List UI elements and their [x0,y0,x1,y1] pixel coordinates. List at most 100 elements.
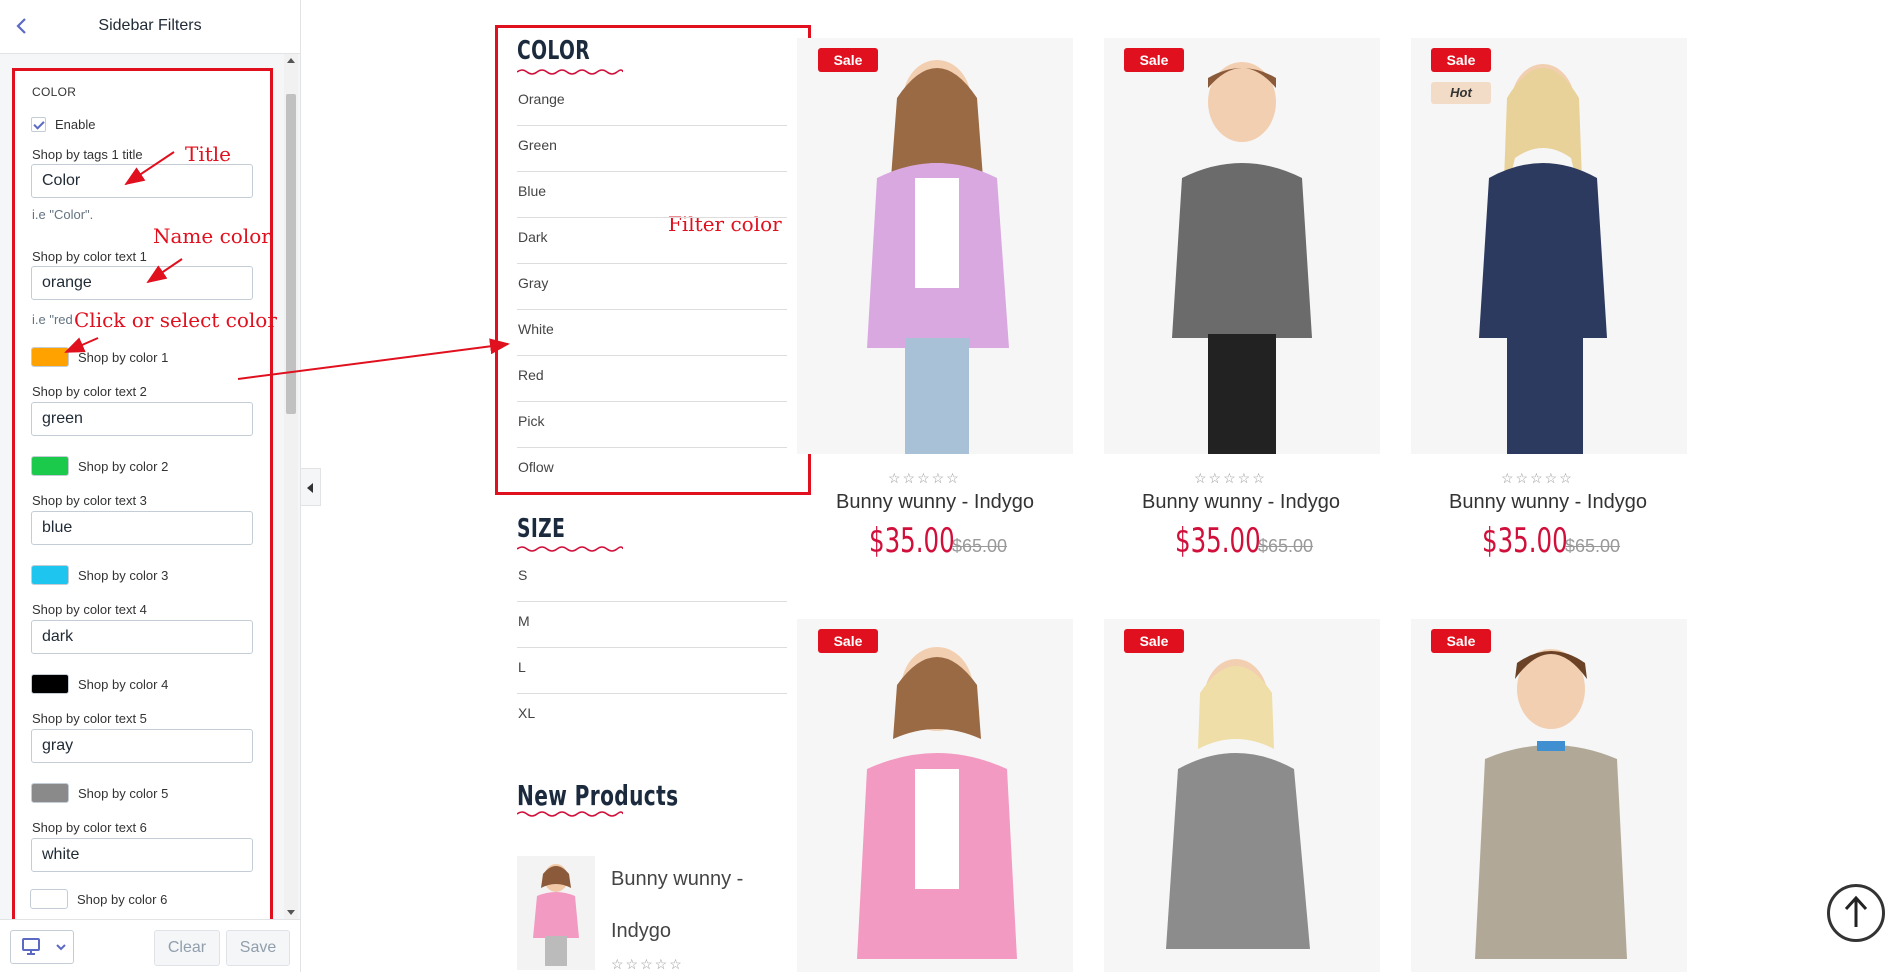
enable-label: Enable [55,117,96,132]
color-3-label: Shop by color 3 [78,568,169,583]
sale-badge: Sale [1124,629,1184,653]
sale-badge: Sale [1431,629,1491,653]
clear-button[interactable]: Clear [154,930,220,966]
panel-header: Sidebar Filters [0,0,300,54]
color-filter-orange[interactable]: Orange [517,80,787,126]
sale-badge: Sale [1124,48,1184,72]
color-filter-blue[interactable]: Blue [517,172,787,218]
color-2-swatch[interactable] [31,456,69,476]
filter-label: M [518,613,530,629]
product-price: $35.00 [1175,521,1261,561]
panel-title: Sidebar Filters [98,17,202,34]
tags-title-label: Shop by tags 1 title [32,147,143,162]
new-products-title: New Products [517,779,679,812]
desktop-icon [22,938,40,955]
color-text-5-label: Shop by color text 5 [32,711,147,726]
color-filter-dark[interactable]: Dark [517,218,787,264]
product-price: $35.00 [869,521,955,561]
product-old-price: $65.00 [1258,536,1314,556]
product-image-4[interactable] [797,619,1073,972]
filter-label: Oflow [518,459,554,475]
rating-stars: ☆☆☆☆☆ [611,956,684,972]
color-text-1-label: Shop by color text 1 [32,249,147,264]
color-filter-white[interactable]: White [517,310,787,356]
product-price: $35.00 [1482,521,1568,561]
product-old-price: $65.00 [1565,536,1621,556]
filter-label: Red [518,367,544,383]
child-photo [533,864,579,966]
collapse-panel-button[interactable] [301,468,321,506]
size-widget-title: SIZE [517,514,566,544]
filter-label: S [518,567,528,583]
enable-checkbox[interactable] [31,117,46,132]
color-5-label: Shop by color 5 [78,786,169,801]
sale-badge: Sale [1431,48,1491,72]
product-name[interactable]: Bunny wunny - Indygo [1398,491,1698,514]
child-photo [867,60,1009,454]
filter-label: XL [518,705,536,721]
color-text-6-label: Shop by color text 6 [32,820,147,835]
color-text-help: i.e "red [32,312,73,327]
product-image-1[interactable] [797,38,1073,454]
color-1-swatch[interactable] [31,347,69,367]
hot-badge: Hot [1431,82,1491,104]
color-4-swatch[interactable] [31,674,69,694]
child-photo [1172,62,1312,454]
product-image-6[interactable] [1411,619,1687,972]
filter-label: Orange [518,91,565,107]
sale-badge: Sale [818,629,878,653]
panel-scrollbar[interactable] [284,54,298,919]
size-filter-s[interactable]: S [517,556,787,602]
child-photo [1166,659,1310,949]
color-widget-title: COLOR [517,36,591,66]
product-name[interactable]: Bunny wunny - Indygo [1091,491,1391,514]
annotation-click-color: Click or select color [74,308,277,332]
color-text-5-input[interactable] [31,729,253,763]
filter-label: Green [518,137,557,153]
color-text-1-input[interactable] [31,266,253,300]
settings-scroll-area[interactable]: COLOR Enable Shop by tags 1 title i.e "C… [0,54,300,919]
color-text-3-input[interactable] [31,511,253,545]
child-photo [1475,649,1627,959]
title-underline [517,811,623,817]
color-5-swatch[interactable] [31,783,69,803]
scroll-to-top-button[interactable] [1827,884,1885,942]
new-product-name-line1[interactable]: Bunny wunny - [611,868,743,891]
color-1-label: Shop by color 1 [78,350,169,365]
color-6-swatch[interactable] [30,889,68,909]
filter-label: Pick [518,413,545,429]
filter-label: Dark [518,229,548,245]
scroll-thumb[interactable] [286,94,296,414]
color-text-6-input[interactable] [31,838,253,872]
product-image-5[interactable] [1104,619,1380,972]
annotation-title: Title [185,142,232,166]
section-title: COLOR [32,85,77,99]
new-product-thumbnail[interactable] [517,856,595,970]
device-preview-button[interactable] [10,930,74,964]
scroll-up-arrow-icon[interactable] [287,58,295,63]
product-old-price: $65.00 [952,536,1008,556]
color-filter-red[interactable]: Red [517,356,787,402]
save-button[interactable]: Save [226,930,290,966]
size-filter-m[interactable]: M [517,602,787,648]
size-filter-xl[interactable]: XL [517,694,787,740]
tags-title-input[interactable] [31,164,253,198]
product-image-2[interactable] [1104,38,1380,454]
product-name[interactable]: Bunny wunny - Indygo [785,491,1085,514]
color-filter-pick[interactable]: Pick [517,402,787,448]
color-2-label: Shop by color 2 [78,459,169,474]
new-product-name-line2[interactable]: Indygo [611,920,671,943]
filter-label: Gray [518,275,549,291]
color-filter-oflow[interactable]: Oflow [517,448,787,494]
color-text-4-label: Shop by color text 4 [32,602,147,617]
scroll-down-arrow-icon[interactable] [287,910,295,915]
filter-label: White [518,321,554,337]
color-4-label: Shop by color 4 [78,677,169,692]
color-filter-gray[interactable]: Gray [517,264,787,310]
color-text-4-input[interactable] [31,620,253,654]
color-filter-green[interactable]: Green [517,126,787,172]
size-filter-l[interactable]: L [517,648,787,694]
color-3-swatch[interactable] [31,565,69,585]
color-text-2-input[interactable] [31,402,253,436]
rating-stars: ☆☆☆☆☆ [1501,470,1574,486]
